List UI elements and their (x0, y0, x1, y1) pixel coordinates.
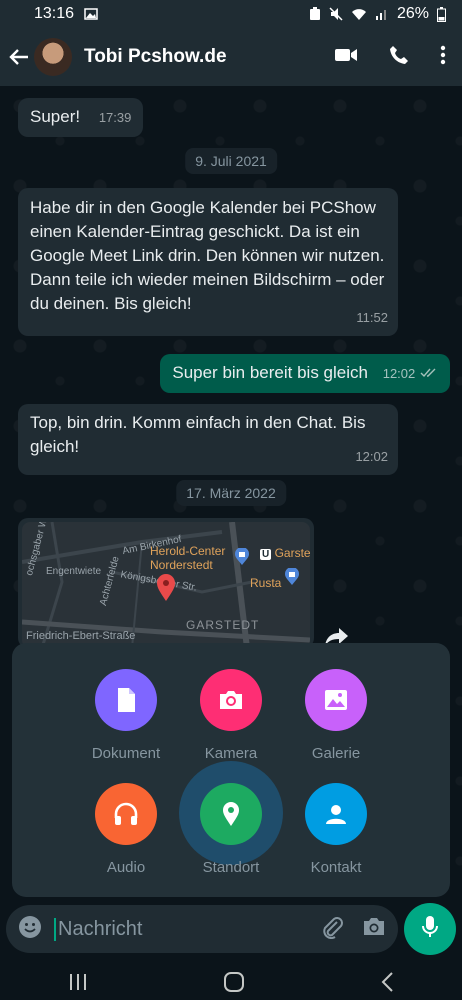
attach-option-label: Audio (106, 859, 146, 876)
message-time: 12:02 (382, 366, 416, 381)
document-icon[interactable] (95, 669, 157, 731)
map-poi-label: Rusta (250, 576, 282, 590)
gallery-icon[interactable] (305, 669, 367, 731)
message-text: Super! (30, 107, 81, 126)
message-incoming[interactable]: Top, bin drin. Komm einfach in den Chat.… (18, 404, 398, 475)
home-icon[interactable] (223, 971, 245, 998)
attach-option-label: Standort (202, 859, 260, 876)
chat-header: Tobi Pcshow.de (0, 28, 462, 86)
shopping-pin-icon (284, 567, 300, 591)
back-arrow-icon[interactable] (8, 46, 30, 68)
attach-option-label: Kamera (204, 745, 258, 762)
attach-camera-button[interactable]: Kamera (181, 669, 281, 762)
map-poi-label: U Garste (260, 546, 310, 560)
message-time: 11:52 (356, 310, 388, 325)
message-text: Super bin bereit bis gleich (172, 363, 368, 382)
battery-saver-icon (309, 7, 320, 20)
battery-percent: 26% (396, 5, 429, 22)
recent-apps-icon[interactable] (68, 973, 88, 996)
attach-gallery-button[interactable]: Galerie (286, 669, 386, 762)
attach-option-label: Kontakt (310, 859, 362, 876)
message-time: 17:39 (98, 110, 132, 125)
headphones-icon[interactable] (95, 783, 157, 845)
transit-icon: U (260, 549, 272, 560)
location-message[interactable]: ochsgaber Weg Am Birkenhof Engentwiete K… (18, 518, 314, 648)
attach-audio-button[interactable]: Audio (76, 783, 176, 876)
attach-option-label: Galerie (311, 745, 361, 762)
gallery-notification-icon (84, 7, 98, 21)
message-text: Top, bin drin. Komm einfach in den Chat.… (30, 413, 366, 456)
date-separator: 17. März 2022 (176, 480, 286, 506)
contact-name[interactable]: Tobi Pcshow.de (84, 46, 227, 68)
message-outgoing[interactable]: Super bin bereit bis gleich 12:02 (160, 354, 450, 393)
attach-document-button[interactable]: Dokument (76, 669, 176, 762)
attach-contact-button[interactable]: Kontakt (286, 783, 386, 876)
wifi-icon (351, 9, 366, 20)
status-bar: 13:16 26% (0, 0, 462, 28)
message-text: Habe dir in den Google Kalender bei PCSh… (30, 198, 385, 313)
attachment-sheet: Dokument Kamera Galerie Audio Standort K… (12, 643, 450, 897)
message-incoming[interactable]: Habe dir in den Google Kalender bei PCSh… (18, 188, 398, 336)
composer (6, 905, 398, 953)
message-time: 12:02 (355, 449, 388, 464)
more-options-icon[interactable] (440, 45, 446, 70)
contact-icon[interactable] (305, 783, 367, 845)
message-incoming[interactable]: Super! 17:39 (18, 98, 144, 137)
mute-icon (329, 7, 343, 21)
location-pin-icon[interactable] (200, 783, 262, 845)
contact-avatar[interactable] (34, 38, 72, 76)
camera-icon[interactable] (200, 669, 262, 731)
status-time: 13:16 (34, 5, 75, 22)
voice-message-button[interactable] (404, 903, 456, 955)
shopping-pin-icon (234, 547, 250, 571)
signal-icon (375, 10, 386, 20)
phone-call-icon[interactable] (388, 44, 410, 71)
map-label: Friedrich-Ebert-Straße (26, 630, 136, 642)
system-nav-bar (0, 968, 462, 1000)
video-call-icon[interactable] (334, 46, 358, 69)
back-nav-icon[interactable] (380, 971, 394, 997)
microphone-icon[interactable] (421, 915, 439, 944)
emoji-icon[interactable] (18, 915, 42, 944)
date-separator: 9. Juli 2021 (185, 148, 277, 174)
map-thumbnail[interactable]: ochsgaber Weg Am Birkenhof Engentwiete K… (22, 522, 310, 648)
attach-option-label: Dokument (91, 745, 161, 762)
double-check-icon (420, 363, 438, 382)
map-district-label: GARSTEDT (186, 618, 260, 632)
message-input[interactable] (54, 917, 284, 941)
location-pin-icon (156, 574, 176, 607)
paperclip-icon[interactable] (320, 915, 344, 944)
attach-location-button[interactable]: Standort (181, 783, 281, 876)
map-label: Engentwiete (46, 566, 102, 577)
camera-icon[interactable] (362, 917, 386, 942)
battery-icon (437, 6, 446, 22)
